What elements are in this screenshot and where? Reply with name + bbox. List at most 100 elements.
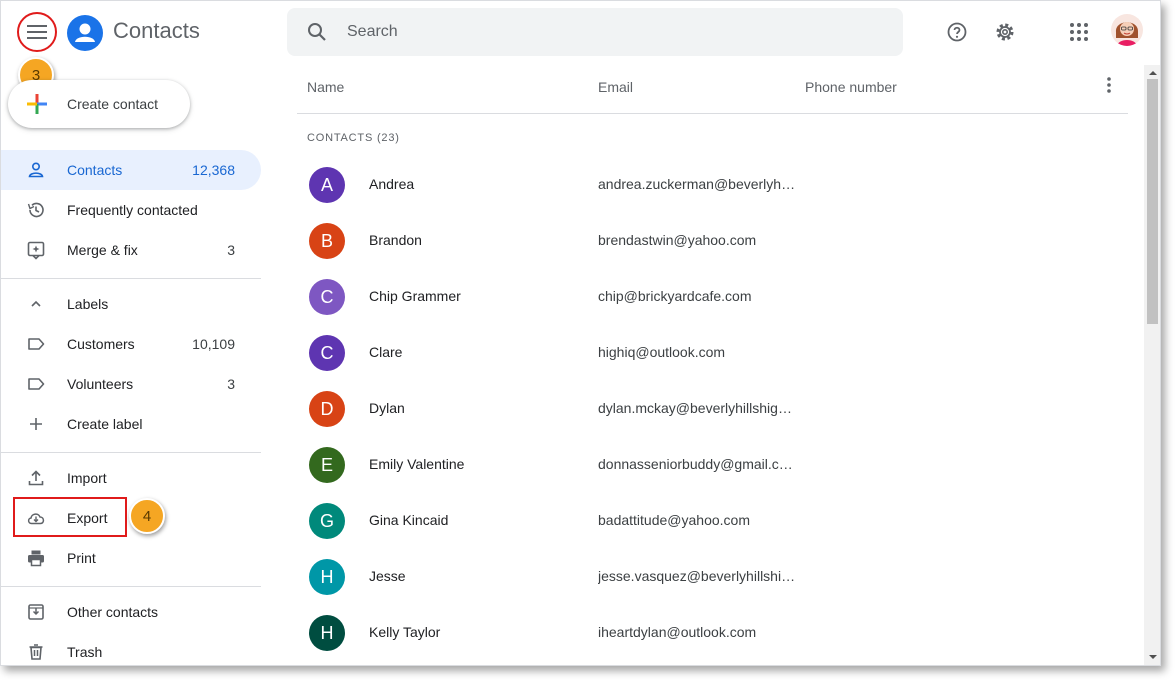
- contact-avatar[interactable]: E: [309, 447, 345, 483]
- search-input[interactable]: [347, 23, 847, 41]
- app-title: Contacts: [113, 18, 200, 43]
- contact-email: highiq@outlook.com: [598, 344, 726, 360]
- create-contact-label: Create contact: [67, 96, 159, 112]
- sidebar-item-label: Import: [67, 470, 107, 486]
- contact-email: andrea.zuckerman@beverlyhi…: [598, 176, 798, 192]
- sidebar-item-label: Customers: [67, 336, 135, 352]
- sidebar-item-frequently-contacted[interactable]: Frequently contacted: [1, 190, 261, 230]
- contact-avatar[interactable]: D: [309, 391, 345, 427]
- contact-email: jesse.vasquez@beverlyhillshi…: [598, 568, 796, 584]
- contact-row[interactable]: B Brandon brendastwin@yahoo.com: [297, 213, 1128, 269]
- sidebar-item-label: Other contacts: [67, 604, 159, 620]
- sidebar-item-print[interactable]: Print: [1, 538, 261, 578]
- account-avatar[interactable]: [1111, 14, 1143, 46]
- sidebar-labels-toggle[interactable]: Labels: [1, 284, 261, 324]
- contact-row[interactable]: A Andrea andrea.zuckerman@beverlyhi…: [297, 157, 1128, 213]
- sidebar-divider: [1, 452, 261, 453]
- plus-multicolor-icon: [27, 94, 47, 114]
- contact-email: chip@brickyardcafe.com: [598, 288, 752, 304]
- contact-email: iheartdylan@outlook.com: [598, 624, 757, 640]
- contact-name: Kelly Taylor: [369, 624, 441, 640]
- help-icon[interactable]: [945, 20, 969, 44]
- chevron-up-icon: [31, 300, 41, 307]
- sidebar-divider: [1, 278, 261, 279]
- merge-fix-icon: [27, 241, 45, 260]
- contact-name: Emily Valentine: [369, 456, 465, 472]
- apps-grid-icon[interactable]: [1067, 20, 1091, 44]
- contact-avatar[interactable]: B: [309, 223, 345, 259]
- contact-avatar[interactable]: H: [309, 559, 345, 595]
- scrollbar-thumb[interactable]: [1147, 79, 1158, 324]
- search-bar[interactable]: [287, 8, 903, 56]
- contacts-logo-icon: [67, 15, 103, 51]
- column-header-email[interactable]: Email: [598, 79, 633, 95]
- settings-gear-icon[interactable]: [993, 20, 1017, 44]
- sidebar-item-label: Trash: [67, 644, 103, 660]
- scroll-down-arrow-icon[interactable]: [1148, 652, 1158, 662]
- sidebar-item-other-contacts[interactable]: Other contacts: [1, 592, 261, 632]
- contact-avatar[interactable]: C: [309, 279, 345, 315]
- sidebar-item-count: 3: [227, 376, 235, 392]
- sidebar-item-create-label[interactable]: Create label: [1, 404, 261, 444]
- contacts-section-label: CONTACTS (23): [307, 132, 400, 144]
- history-icon: [27, 202, 44, 218]
- sidebar-item-count: 12,368: [192, 162, 235, 178]
- scroll-up-arrow-icon[interactable]: [1148, 68, 1158, 78]
- trash-icon: [29, 644, 43, 660]
- print-icon: [28, 550, 44, 567]
- sidebar-item-label: Contacts: [67, 162, 123, 178]
- contact-name: Dylan: [369, 400, 405, 416]
- more-vert-icon[interactable]: [1099, 75, 1119, 95]
- contacts-window: 3 Contacts Search Create contact Contact…: [0, 0, 1161, 666]
- search-icon[interactable]: [305, 20, 329, 44]
- contact-name: Andrea: [369, 176, 415, 192]
- contact-row[interactable]: D Dylan dylan.mckay@beverlyhillshig…: [297, 381, 1128, 437]
- create-contact-button[interactable]: Create contact: [8, 80, 190, 128]
- sidebar-item-import[interactable]: Import: [1, 458, 261, 498]
- sidebar-item-volunteers[interactable]: Volunteers 3: [1, 364, 261, 404]
- contact-avatar[interactable]: H: [309, 615, 345, 651]
- plus-icon: [30, 418, 42, 430]
- contact-name: Clare: [369, 344, 403, 360]
- sidebar-item-trash[interactable]: Trash: [1, 632, 261, 665]
- header-divider: [297, 113, 1128, 114]
- contact-email: dylan.mckay@beverlyhillshig…: [598, 400, 792, 416]
- label-icon: [28, 378, 45, 390]
- sidebar-item-count: 10,109: [192, 336, 235, 352]
- sidebar-item-merge-fix[interactable]: Merge & fix 3: [1, 230, 261, 270]
- contact-email: brendastwin@yahoo.com: [598, 232, 757, 248]
- step-badge-export: 4: [129, 498, 165, 534]
- label-icon: [28, 338, 45, 350]
- person-icon: [28, 162, 44, 178]
- contact-name: Brandon: [369, 232, 422, 248]
- sidebar-item-label: Merge & fix: [67, 242, 138, 258]
- contact-row[interactable]: H Kelly Taylor iheartdylan@outlook.com: [297, 605, 1128, 661]
- sidebar-item-label: Volunteers: [67, 376, 134, 392]
- contact-row[interactable]: E Emily Valentine donnasseniorbuddy@gmail.…: [297, 437, 1128, 493]
- archive-icon: [28, 604, 44, 620]
- column-header-phone[interactable]: Phone number: [805, 79, 897, 95]
- contact-row[interactable]: H Jesse jesse.vasquez@beverlyhillshi…: [297, 549, 1128, 605]
- contact-avatar[interactable]: G: [309, 503, 345, 539]
- contact-row[interactable]: G Gina Kincaid badattitude@yahoo.com: [297, 493, 1128, 549]
- contact-name: Chip Grammer: [369, 288, 461, 304]
- export-highlight-box: [13, 497, 127, 537]
- contact-email: badattitude@yahoo.com: [598, 512, 750, 528]
- contact-row[interactable]: C Clare highiq@outlook.com: [297, 325, 1128, 381]
- contact-row[interactable]: C Chip Grammer chip@brickyardcafe.com: [297, 269, 1128, 325]
- upload-icon: [28, 470, 44, 486]
- contact-email: donnasseniorbuddy@gmail.c…: [598, 456, 793, 472]
- sidebar-item-label: Print: [67, 550, 96, 566]
- sidebar-divider: [1, 586, 261, 587]
- app-header: 3 Contacts: [1, 1, 1160, 93]
- sidebar-item-contacts[interactable]: Contacts 12,368: [1, 150, 261, 190]
- sidebar-item-label: Labels: [67, 296, 109, 312]
- column-header-name[interactable]: Name: [307, 79, 344, 95]
- contact-avatar[interactable]: C: [309, 335, 345, 371]
- sidebar-item-label: Frequently contacted: [67, 202, 198, 218]
- menu-highlight-circle: [17, 12, 57, 52]
- sidebar-item-customers[interactable]: Customers 10,109: [1, 324, 261, 364]
- contact-avatar[interactable]: A: [309, 167, 345, 203]
- contact-name: Jesse: [369, 568, 406, 584]
- sidebar-item-label: Create label: [67, 416, 143, 432]
